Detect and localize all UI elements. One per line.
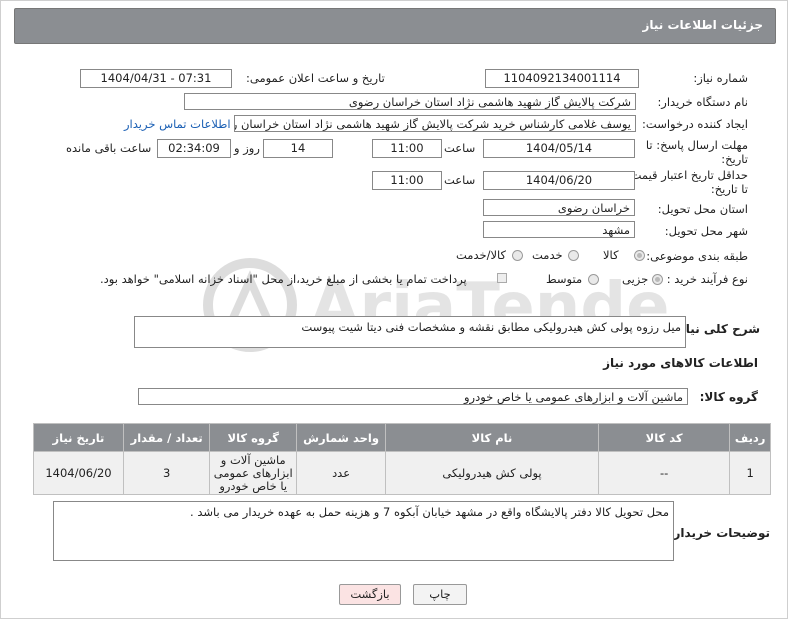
process-medium-radio[interactable] — [588, 274, 599, 285]
process-medium-label: متوسط — [546, 272, 583, 286]
buyer-label: نام دستگاه خریدار: — [657, 95, 748, 109]
cell-goods-name: پولی کش هیدرولیکی — [385, 451, 599, 495]
deadline-date-field: 1404/05/14 — [483, 139, 635, 158]
treasury-payment-note: پرداخت تمام یا بخشی از مبلغ خرید،از محل … — [100, 272, 467, 286]
goods-group-field: ماشین آلات و ابزارهای عمومی یا خاص خودرو — [138, 388, 688, 405]
description-field: میل رزوه پولی کش هیدرولیکی مطابق نقشه و … — [134, 316, 686, 348]
creator-label: ایجاد کننده درخواست: — [642, 117, 748, 131]
category-service-radio[interactable] — [568, 250, 579, 261]
validity-label: حداقل تاریخ اعتبار قیمت: تا تاریخ: — [626, 168, 748, 196]
creator-field: یوسف غلامی کارشناس خرید شرکت پالایش گاز … — [234, 115, 636, 132]
process-minor-radio[interactable] — [652, 274, 663, 285]
goods-group-label: گروه کالا: — [699, 390, 758, 404]
col-unit: واحد شمارش — [296, 423, 387, 452]
need-number-field: 1104092134001114 — [485, 69, 639, 88]
cell-goods-code: -- — [597, 451, 731, 495]
category-goods-radio[interactable] — [634, 250, 645, 261]
buyer-contact-link[interactable]: اطلاعات تماس خریدار — [124, 117, 231, 131]
col-goods-code: کد کالا — [597, 423, 731, 452]
validity-date-field: 1404/06/20 — [483, 171, 635, 190]
need-number-label: شماره نیاز: — [693, 71, 748, 85]
col-row: ردیف — [729, 423, 771, 452]
col-goods-name: نام کالا — [385, 423, 599, 452]
cell-unit: عدد — [296, 451, 387, 495]
category-label: طبقه بندی موضوعی: — [646, 249, 748, 263]
col-need-date: تاریخ نیاز — [33, 423, 124, 452]
page-header: جزئیات اطلاعات نیاز — [14, 8, 776, 44]
remaining-days-field: 14 — [263, 139, 333, 158]
page-title: جزئیات اطلاعات نیاز — [642, 18, 763, 32]
cell-need-date: 1404/06/20 — [33, 451, 124, 495]
category-goods-label: کالا — [603, 248, 619, 262]
table-row: 1404/06/20 3 ماشین آلات و ابزارهای عمومی… — [33, 451, 771, 495]
print-button[interactable]: چاپ — [413, 584, 467, 605]
description-label: شرح کلی نیاز: — [674, 322, 760, 336]
deadline-time-field: 11:00 — [372, 139, 442, 158]
validity-time-label: ساعت — [444, 173, 476, 187]
col-goods-group: گروه کالا — [209, 423, 298, 452]
deadline-time-label: ساعت — [444, 141, 476, 155]
buyer-notes-field: محل تحویل کالا دفتر پالایشگاه واقع در مش… — [53, 501, 674, 561]
goods-table: تاریخ نیاز تعداد / مقدار گروه کالا واحد … — [33, 423, 771, 495]
treasury-payment-checkbox[interactable] — [497, 273, 507, 283]
cell-goods-group: ماشین آلات و ابزارهای عمومی یا خاص خودرو — [209, 451, 298, 495]
days-label: روز و — [234, 141, 260, 155]
process-minor-label: جزیی — [622, 272, 649, 286]
validity-time-field: 11:00 — [372, 171, 442, 190]
province-field: خراسان رضوی — [483, 199, 635, 216]
category-both-label: کالا/خدمت — [456, 248, 507, 262]
cell-quantity: 3 — [122, 451, 211, 495]
buyer-field: شرکت پالایش گاز شهید هاشمی نژاد استان خر… — [184, 93, 636, 110]
announce-date-field: 1404/04/31 - 07:31 — [80, 69, 232, 88]
col-quantity: تعداد / مقدار — [122, 423, 211, 452]
category-service-label: خدمت — [532, 248, 563, 262]
category-both-radio[interactable] — [512, 250, 523, 261]
goods-info-title: اطلاعات کالاهای مورد نیاز — [603, 356, 758, 370]
back-button[interactable]: بازگشت — [339, 584, 401, 605]
deadline-label: مهلت ارسال پاسخ: تا تاریخ: — [645, 138, 748, 166]
city-label: شهر محل تحویل: — [664, 224, 748, 238]
remaining-time-label: ساعت باقی مانده — [66, 141, 152, 155]
buyer-notes-label: توضیحات خریدار: — [668, 526, 770, 540]
goods-table-header: تاریخ نیاز تعداد / مقدار گروه کالا واحد … — [33, 423, 771, 452]
remaining-time-field: 02:34:09 — [157, 139, 231, 158]
city-field: مشهد — [483, 221, 635, 238]
cell-row: 1 — [729, 451, 771, 495]
province-label: استان محل تحویل: — [657, 202, 748, 216]
process-label: نوع فرآیند خرید : — [666, 272, 748, 286]
announce-date-label: تاریخ و ساعت اعلان عمومی: — [246, 71, 385, 85]
